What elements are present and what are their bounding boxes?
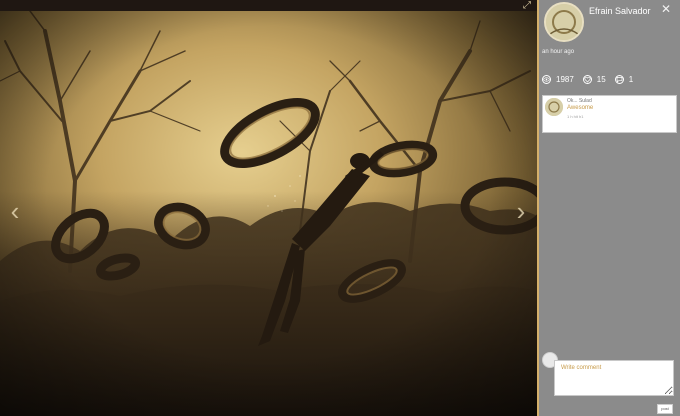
post-comment-button[interactable]: post [657, 404, 673, 414]
viewer-top-strip [0, 0, 537, 11]
views-count: 1987 [556, 75, 574, 84]
comment-time: 1 h hit h1 [567, 114, 584, 119]
likes-count: 15 [596, 75, 606, 84]
commenter-avatar[interactable] [545, 98, 563, 116]
comment-text: Awesome [567, 105, 594, 111]
comments-count: 1 [628, 75, 634, 84]
likes-stat[interactable]: 15 [582, 75, 606, 84]
comment-icon [614, 75, 624, 84]
expand-icon[interactable]: ⤢ [523, 1, 531, 11]
comment-item: Ok... Sulad Awesome 1 h hit h1 [542, 95, 677, 133]
eye-icon [542, 75, 551, 84]
author-avatar-image [546, 4, 582, 40]
comment-input[interactable] [554, 360, 674, 396]
stats-row: 1987 15 1 [542, 75, 642, 84]
main-photo [0, 11, 537, 416]
photo-details-panel: Efrain Salvador ✕ an hour ago 1987 15 1 … [537, 0, 680, 416]
author-avatar[interactable] [544, 2, 584, 42]
comments-stat: 1 [614, 75, 634, 84]
views-stat: 1987 [542, 75, 574, 84]
photo-viewer: ⤢ ‹ › [0, 0, 537, 416]
post-time: an hour ago [542, 49, 575, 55]
commenter-name[interactable]: Ok... Sulad [567, 98, 592, 104]
heart-icon[interactable] [582, 75, 592, 84]
chevron-left-icon[interactable]: ‹ [6, 196, 24, 226]
close-icon[interactable]: ✕ [661, 2, 671, 16]
chevron-right-icon[interactable]: › [512, 196, 530, 226]
author-name[interactable]: Efrain Salvador [589, 6, 651, 16]
